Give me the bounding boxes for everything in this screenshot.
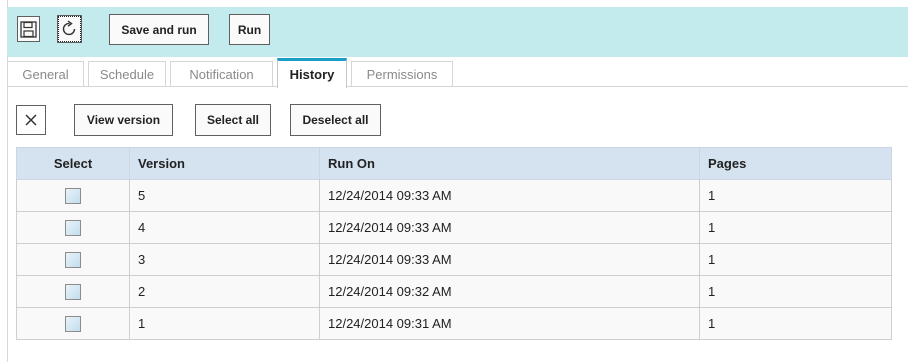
pages-cell: 1	[699, 275, 892, 308]
row-checkbox[interactable]	[65, 251, 81, 268]
tab-divider	[7, 86, 908, 87]
row-checkbox[interactable]	[65, 283, 81, 300]
version-cell: 1	[129, 307, 320, 340]
row-checkbox[interactable]	[65, 219, 81, 236]
tab-permissions[interactable]: Permissions	[351, 61, 453, 87]
pages-cell: 1	[699, 211, 892, 244]
toolbar: Save and run Run	[7, 7, 908, 57]
row-checkbox[interactable]	[65, 315, 81, 332]
select-all-button[interactable]: Select all	[195, 104, 271, 136]
history-table: Select Version Run On Pages 5 12/24/2014…	[16, 147, 892, 340]
column-header-pages: Pages	[699, 147, 892, 180]
save-icon-button[interactable]	[17, 16, 40, 42]
run-button[interactable]: Run	[229, 14, 270, 45]
tab-schedule[interactable]: Schedule	[88, 61, 166, 87]
pages-cell: 1	[699, 243, 892, 276]
column-header-select: Select	[16, 147, 130, 180]
tab-general[interactable]: General	[7, 61, 84, 87]
floppy-disk-icon	[20, 20, 37, 38]
table-header-row: Select Version Run On Pages	[16, 147, 892, 180]
column-header-run-on: Run On	[319, 147, 700, 180]
table-row[interactable]: 4 12/24/2014 09:33 AM 1	[16, 211, 892, 244]
tab-history[interactable]: History	[277, 58, 347, 88]
run-on-cell: 12/24/2014 09:33 AM	[319, 179, 700, 212]
run-on-cell: 12/24/2014 09:33 AM	[319, 211, 700, 244]
select-cell	[16, 275, 130, 308]
table-row[interactable]: 2 12/24/2014 09:32 AM 1	[16, 275, 892, 308]
version-cell: 5	[129, 179, 320, 212]
table-row[interactable]: 5 12/24/2014 09:33 AM 1	[16, 179, 892, 212]
pages-cell: 1	[699, 179, 892, 212]
tab-bar: General Schedule Notification History Pe…	[7, 57, 908, 88]
deselect-all-button[interactable]: Deselect all	[290, 104, 381, 136]
view-version-button[interactable]: View version	[74, 104, 173, 136]
refresh-button[interactable]	[57, 15, 82, 43]
pages-cell: 1	[699, 307, 892, 340]
row-checkbox[interactable]	[65, 187, 81, 204]
table-row[interactable]: 1 12/24/2014 09:31 AM 1	[16, 307, 892, 340]
delete-version-button[interactable]	[16, 105, 46, 135]
refresh-icon	[62, 20, 76, 36]
column-header-version: Version	[129, 147, 320, 180]
run-on-cell: 12/24/2014 09:32 AM	[319, 275, 700, 308]
save-and-run-button[interactable]: Save and run	[109, 14, 209, 45]
select-cell	[16, 179, 130, 212]
version-cell: 2	[129, 275, 320, 308]
run-on-cell: 12/24/2014 09:31 AM	[319, 307, 700, 340]
close-icon	[25, 114, 37, 126]
run-on-cell: 12/24/2014 09:33 AM	[319, 243, 700, 276]
tab-notification[interactable]: Notification	[170, 61, 273, 87]
table-row[interactable]: 3 12/24/2014 09:33 AM 1	[16, 243, 892, 276]
select-cell	[16, 307, 130, 340]
version-cell: 4	[129, 211, 320, 244]
select-cell	[16, 211, 130, 244]
version-cell: 3	[129, 243, 320, 276]
select-cell	[16, 243, 130, 276]
